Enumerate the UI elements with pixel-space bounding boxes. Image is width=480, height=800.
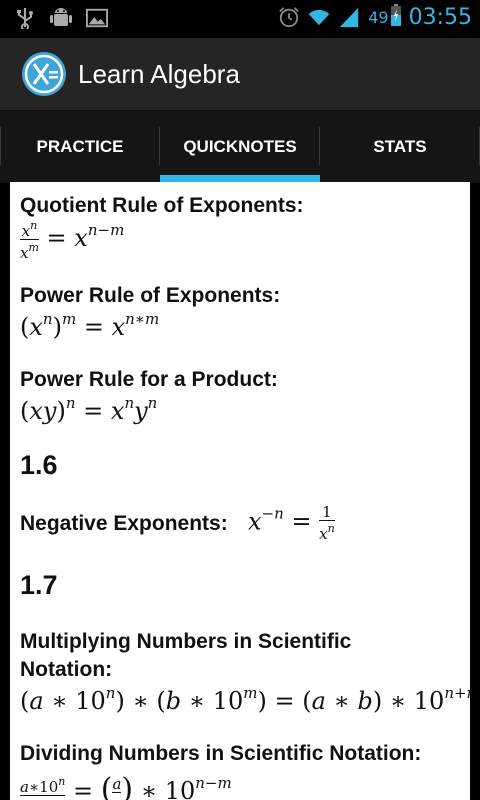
tab-practice-label: PRACTICE [36,137,124,156]
image-icon [86,7,108,29]
status-bar: 49 03:55 [0,0,480,38]
tab-stats-label: STATS [373,137,427,156]
x-equals-logo-icon[interactable] [22,52,66,96]
action-bar: Learn Algebra [0,38,480,110]
section-1-7-heading: 1.7 [20,570,58,600]
section-1-6-heading: 1.6 [20,450,58,480]
battery-percent: 49 [368,7,389,27]
negative-exponents-formula: x−n = 1 xn [248,503,335,543]
android-debug-icon [50,7,72,29]
power-rule-title: Power Rule of Exponents: [20,284,281,307]
power-product-title: Power Rule for a Product: [20,368,278,391]
negative-exponents-title: Negative Exponents: [20,512,228,535]
quotient-rule-title: Quotient Rule of Exponents: [20,194,304,217]
power-rule-formula: (xn)m = xn∗m [20,310,160,341]
battery-indicator: 49 [368,4,401,30]
wifi-icon [308,6,330,28]
battery-icon [390,4,401,30]
quotient-rule-formula: xn xm = xn−m [20,219,125,262]
tab-divider [0,127,1,165]
tab-stats[interactable]: STATS [320,111,480,183]
signal-icon [338,6,360,28]
tab-quicknotes-label: QUICKNOTES [183,137,297,156]
divide-sci-formula: a∗10n = (a ) ∗ 10n−m [20,772,232,800]
tab-practice[interactable]: PRACTICE [0,111,160,183]
tab-quicknotes[interactable]: QUICKNOTES [160,111,320,183]
app-title: Learn Algebra [78,58,240,89]
quicknotes-content[interactable]: Quotient Rule of Exponents: xn xm = xn−m … [10,182,470,800]
power-product-formula: (xy)n = xnyn [20,394,158,425]
tab-bar: PRACTICE QUICKNOTES STATS [0,110,480,183]
multiply-sci-title: Multiplying Numbers in Scientific Notati… [20,630,352,681]
clock: 03:55 [408,4,472,30]
usb-icon [14,7,36,29]
alarm-icon [278,6,300,28]
multiply-sci-formula: (a ∗ 10n) ∗ (b ∗ 10m) = (a ∗ b) ∗ 10n+m [20,684,470,715]
divide-sci-title: Dividing Numbers in Scientific Notation: [20,742,422,765]
